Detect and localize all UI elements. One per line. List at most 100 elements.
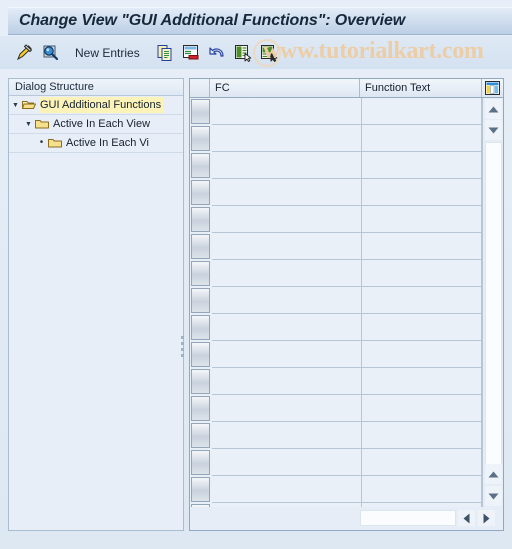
delete-button[interactable] — [178, 40, 204, 66]
cell-fc[interactable] — [212, 287, 362, 314]
scroll-down-button[interactable] — [485, 486, 502, 506]
cell-fc[interactable] — [212, 125, 362, 152]
tree-item-active-in-each-vi[interactable]: • Active In Each Vi — [9, 134, 183, 153]
magnifier-details-icon — [43, 45, 59, 60]
dialog-structure-panel: Dialog Structure ▼ GUI Additional Functi… — [8, 78, 184, 531]
table-row[interactable] — [190, 179, 482, 206]
cell-fc[interactable] — [212, 206, 362, 233]
cell-fc[interactable] — [212, 449, 362, 476]
cell-fc[interactable] — [212, 314, 362, 341]
row-select-button[interactable] — [191, 315, 210, 340]
table-row[interactable] — [190, 395, 482, 422]
triangle-down-icon — [488, 127, 499, 133]
table-row[interactable] — [190, 152, 482, 179]
tree-item-active-in-each-view[interactable]: ▼ Active In Each View — [9, 115, 183, 134]
cell-function-text[interactable] — [362, 476, 482, 503]
row-select-button[interactable] — [191, 180, 210, 205]
cell-function-text[interactable] — [362, 152, 482, 179]
scroll-right-button[interactable] — [478, 510, 495, 526]
table-row[interactable] — [190, 449, 482, 476]
table-select-all-corner[interactable] — [190, 79, 210, 97]
cell-fc[interactable] — [212, 476, 362, 503]
scroll-left-button[interactable] — [458, 510, 475, 526]
cell-fc[interactable] — [212, 152, 362, 179]
watermark-circle — [253, 39, 281, 67]
cell-function-text[interactable] — [362, 422, 482, 449]
display-details-button[interactable] — [37, 40, 63, 66]
table-row[interactable] — [190, 233, 482, 260]
cell-fc[interactable] — [212, 368, 362, 395]
column-header-fc[interactable]: FC — [210, 79, 360, 97]
table-row[interactable] — [190, 125, 482, 152]
undo-button[interactable] — [204, 40, 230, 66]
cell-function-text[interactable] — [362, 233, 482, 260]
table-row[interactable] — [190, 287, 482, 314]
cell-function-text[interactable] — [362, 314, 482, 341]
vertical-scroll-track[interactable] — [485, 142, 502, 482]
scroll-up-button[interactable] — [485, 99, 502, 119]
row-select-button[interactable] — [191, 369, 210, 394]
cell-function-text[interactable] — [362, 368, 482, 395]
chevron-down-icon[interactable]: ▼ — [22, 121, 35, 128]
table-row[interactable] — [190, 341, 482, 368]
row-select-button[interactable] — [191, 342, 210, 367]
row-select-button[interactable] — [191, 450, 210, 475]
cell-fc[interactable] — [212, 98, 362, 125]
row-select-button[interactable] — [191, 126, 210, 151]
row-select-button[interactable] — [191, 477, 210, 502]
copy-as-icon — [157, 44, 172, 61]
cell-function-text[interactable] — [362, 260, 482, 287]
cell-function-text[interactable] — [362, 125, 482, 152]
tree-item-gui-additional-functions[interactable]: ▼ GUI Additional Functions — [9, 96, 183, 115]
table-settings-button[interactable] — [482, 79, 503, 97]
row-select-button[interactable] — [191, 396, 210, 421]
table-row[interactable] — [190, 260, 482, 287]
copy-as-button[interactable] — [152, 40, 178, 66]
table-horizontal-scrollbar[interactable] — [190, 507, 503, 530]
table-row[interactable] — [190, 98, 482, 125]
table-settings-icon — [485, 81, 500, 95]
cell-function-text[interactable] — [362, 179, 482, 206]
table-row[interactable] — [190, 422, 482, 449]
scroll-page-up-button[interactable] — [485, 120, 502, 140]
select-all-button[interactable] — [230, 40, 256, 66]
panel-splitter-handle[interactable] — [180, 333, 185, 361]
scroll-page-down-button[interactable] — [485, 464, 502, 484]
tree-item-label: GUI Additional Functions — [39, 97, 164, 113]
cell-function-text[interactable] — [362, 395, 482, 422]
cell-function-text[interactable] — [362, 98, 482, 125]
cell-function-text[interactable] — [362, 341, 482, 368]
pencil-display-change-icon — [17, 43, 33, 60]
cell-function-text[interactable] — [362, 287, 482, 314]
display-change-button[interactable] — [11, 40, 37, 66]
row-select-button[interactable] — [191, 207, 210, 232]
triangle-right-icon — [483, 513, 490, 523]
select-all-icon — [234, 44, 251, 62]
cell-fc[interactable] — [212, 422, 362, 449]
cell-fc[interactable] — [212, 341, 362, 368]
row-select-button[interactable] — [191, 423, 210, 448]
row-select-button[interactable] — [191, 99, 210, 124]
row-select-button[interactable] — [191, 288, 210, 313]
cell-fc[interactable] — [212, 233, 362, 260]
table-row[interactable] — [190, 206, 482, 233]
column-header-function-text[interactable]: Function Text — [360, 79, 482, 97]
table-row[interactable] — [190, 314, 482, 341]
row-select-button[interactable] — [191, 234, 210, 259]
function-table-panel: FC Function Text — [189, 78, 504, 531]
cell-fc[interactable] — [212, 260, 362, 287]
cell-function-text[interactable] — [362, 206, 482, 233]
table-row[interactable] — [190, 368, 482, 395]
new-entries-button[interactable]: New Entries — [69, 46, 146, 60]
table-vertical-scrollbar[interactable] — [482, 98, 503, 509]
cell-function-text[interactable] — [362, 449, 482, 476]
chevron-down-icon[interactable]: ▼ — [9, 102, 22, 109]
cell-fc[interactable] — [212, 179, 362, 206]
cell-fc[interactable] — [212, 395, 362, 422]
table-row[interactable] — [190, 476, 482, 503]
tree-leaf-bullet-icon: • — [39, 137, 44, 148]
row-select-button[interactable] — [191, 153, 210, 178]
row-select-button[interactable] — [191, 261, 210, 286]
table-header-row: FC Function Text — [190, 79, 503, 98]
horizontal-scroll-track[interactable] — [360, 510, 456, 526]
